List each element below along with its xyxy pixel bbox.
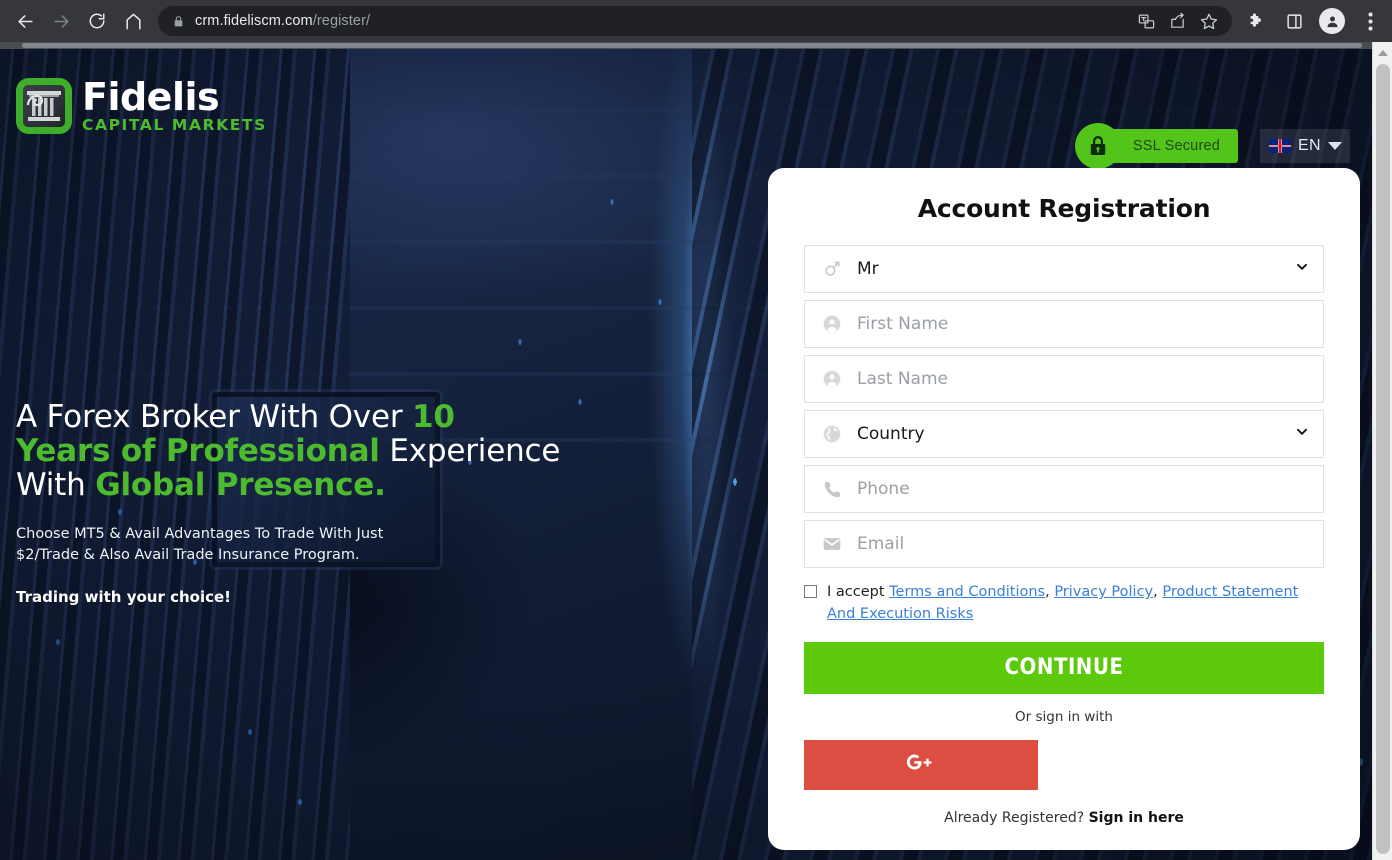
ssl-label: SSL Secured <box>1132 138 1220 154</box>
url-domain: crm.fideliscm.com <box>195 13 313 29</box>
url-path: /register/ <box>312 13 371 29</box>
forward-arrow-icon <box>52 12 71 31</box>
site-header: Fidelis CAPITAL MARKETS SSL Secured EN <box>0 42 1372 172</box>
chevron-down-icon <box>1295 425 1309 444</box>
envelope-icon <box>821 534 843 554</box>
home-button[interactable] <box>116 4 150 38</box>
phone-field[interactable]: Phone <box>804 465 1324 513</box>
language-label: EN <box>1298 137 1321 154</box>
hero-line2-a: Years of Professional <box>16 433 380 470</box>
address-bar[interactable]: crm.fideliscm.com/register/ <box>158 6 1232 36</box>
logo-mark-inner <box>23 85 65 127</box>
hero-subtext: Choose MT5 & Avail Advantages To Trade W… <box>16 524 576 566</box>
logo-word: Fidelis <box>82 75 220 120</box>
google-plus-icon <box>904 750 938 780</box>
accept-comma-1: , <box>1045 584 1055 600</box>
terms-and-conditions-link[interactable]: Terms and Conditions <box>889 584 1045 600</box>
phone-icon <box>821 480 843 499</box>
chevron-down-icon <box>1295 260 1309 279</box>
title-select-value: Mr <box>857 259 879 279</box>
back-button[interactable] <box>8 4 42 38</box>
uk-flag-icon <box>1269 139 1291 153</box>
first-name-placeholder: First Name <box>857 314 949 334</box>
globe-icon <box>821 424 843 444</box>
profile-avatar-icon[interactable] <box>1318 7 1346 35</box>
last-name-placeholder: Last Name <box>857 369 948 389</box>
page-viewport: Fidelis CAPITAL MARKETS SSL Secured EN A… <box>0 42 1392 860</box>
sign-in-here-link[interactable]: Sign in here <box>1089 810 1184 826</box>
accept-terms-row: I accept Terms and Conditions, Privacy P… <box>804 582 1324 626</box>
google-signin-button[interactable] <box>804 739 1038 790</box>
hero-line3-a: With <box>16 467 96 504</box>
browser-toolbar-right <box>1242 7 1392 35</box>
already-registered-text: Already Registered? Sign in here <box>804 810 1324 826</box>
star-icon[interactable] <box>1200 12 1218 30</box>
accept-terms-checkbox[interactable] <box>804 585 817 598</box>
url-text: crm.fideliscm.com/register/ <box>195 13 370 29</box>
vertical-scroll-thumb[interactable] <box>1376 64 1390 854</box>
back-arrow-icon <box>16 12 35 31</box>
vertical-scrollbar[interactable] <box>1372 42 1392 860</box>
language-selector[interactable]: EN <box>1260 129 1350 163</box>
home-icon <box>124 12 143 31</box>
privacy-policy-link[interactable]: Privacy Policy <box>1054 584 1153 600</box>
hero-line3-b: Global Presence. <box>95 467 386 504</box>
bank-column-icon <box>16 78 72 134</box>
hero-line1-b: 10 <box>412 399 455 435</box>
accept-terms-text: I accept Terms and Conditions, Privacy P… <box>827 582 1314 626</box>
translate-icon[interactable] <box>1138 13 1155 30</box>
hero-headline: A Forex Broker With Over 10 Years of Pro… <box>16 400 576 502</box>
hero-section: A Forex Broker With Over 10 Years of Pro… <box>16 400 576 606</box>
forward-button[interactable] <box>44 4 78 38</box>
email-field[interactable]: Email <box>804 520 1324 568</box>
padlock-icon <box>1074 123 1121 169</box>
scroll-up-arrow-icon[interactable] <box>1377 50 1388 56</box>
site-logo[interactable]: Fidelis CAPITAL MARKETS <box>16 78 267 134</box>
hero-line2-b: Experience <box>379 433 561 470</box>
caret-down-icon <box>1327 142 1342 150</box>
puzzle-piece-icon[interactable] <box>1242 7 1270 35</box>
first-name-field[interactable]: First Name <box>804 300 1324 348</box>
accept-prefix: I accept <box>827 584 890 600</box>
reload-icon <box>88 12 106 30</box>
country-select-value: Country <box>857 424 925 444</box>
three-dot-menu-icon[interactable] <box>1356 7 1384 35</box>
logo-subtitle: CAPITAL MARKETS <box>82 116 267 135</box>
continue-button[interactable]: CONTINUE <box>804 641 1324 694</box>
gender-mars-icon <box>821 259 843 279</box>
person-icon <box>821 369 843 389</box>
hero-sub-line2: $2/Trade & Also Avail Trade Insurance Pr… <box>16 547 360 564</box>
navigation-buttons <box>0 4 150 38</box>
logo-text: Fidelis CAPITAL MARKETS <box>82 78 267 134</box>
already-prefix: Already Registered? <box>944 809 1089 826</box>
person-icon <box>821 314 843 334</box>
lock-icon <box>172 15 185 28</box>
omnibox-actions <box>1138 12 1222 30</box>
reload-button[interactable] <box>80 4 114 38</box>
side-panel-icon[interactable] <box>1280 7 1308 35</box>
hero-line1-a: A Forex Broker With Over <box>16 399 413 435</box>
hero-sub-line1: Choose MT5 & Avail Advantages To Trade W… <box>16 526 384 543</box>
page-title: Account Registration <box>917 194 1211 223</box>
hero-tagline: Trading with your choice! <box>16 588 231 607</box>
last-name-field[interactable]: Last Name <box>804 355 1324 403</box>
accept-comma-2: , <box>1153 584 1163 600</box>
ssl-secured-badge: SSL Secured <box>1074 123 1238 169</box>
share-icon[interactable] <box>1169 12 1186 30</box>
or-sign-in-with-label: Or sign in with <box>1015 708 1113 725</box>
country-select[interactable]: Country <box>804 410 1324 458</box>
phone-placeholder: Phone <box>857 479 910 499</box>
registration-card: Account Registration Mr First Name Last … <box>768 168 1360 850</box>
title-select[interactable]: Mr <box>804 245 1324 293</box>
email-placeholder: Email <box>857 534 905 554</box>
browser-toolbar: crm.fideliscm.com/register/ <box>0 0 1392 42</box>
avatar <box>1319 8 1345 34</box>
